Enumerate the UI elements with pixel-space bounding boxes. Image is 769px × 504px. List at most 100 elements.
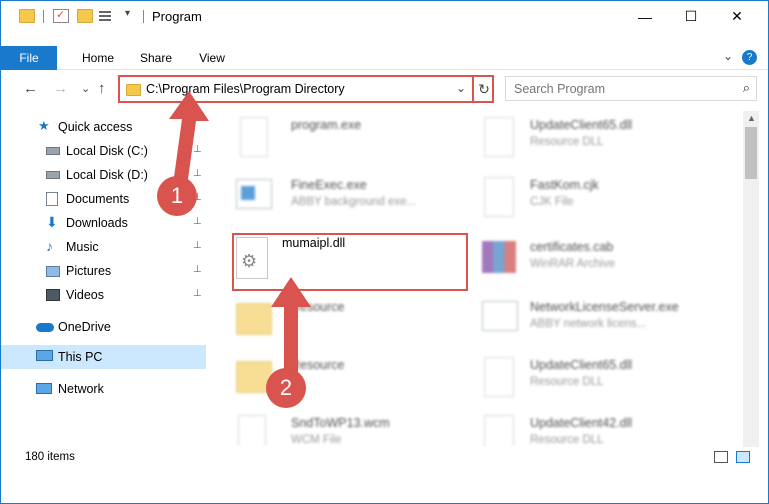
divider: [43, 10, 44, 23]
network-icon: [36, 383, 52, 394]
scrollbar-thumb[interactable]: [745, 127, 757, 179]
file-name: FineExec.exe: [291, 178, 367, 192]
file-name: UpdateClient65.dll: [530, 118, 633, 132]
file-item[interactable]: UpdateClient65.dll Resource DLL: [482, 351, 742, 407]
app-window-icon: [236, 179, 272, 209]
sidebar-item-label: Downloads: [66, 216, 128, 230]
sidebar-item-pictures[interactable]: Pictures ⊥: [1, 259, 208, 283]
address-dropdown-icon[interactable]: ⌄: [456, 81, 466, 95]
pin-icon[interactable]: ⊥: [193, 288, 202, 299]
sidebar-item-this-pc[interactable]: This PC: [1, 345, 206, 369]
music-icon: ♪: [46, 238, 53, 254]
pin-icon[interactable]: ⊥: [193, 264, 202, 275]
file-name: UpdateClient42.dll: [530, 416, 633, 430]
dll-gear-icon: [484, 415, 514, 446]
file-name: UpdateClient65.dll: [530, 358, 633, 372]
file-type: Resource DLL: [530, 434, 604, 446]
new-folder-icon[interactable]: [77, 9, 93, 23]
file-name: certificates.cab: [530, 240, 614, 254]
sidebar-item-label: OneDrive: [58, 320, 111, 334]
tab-home[interactable]: Home: [73, 46, 123, 70]
pin-icon[interactable]: ⊥: [193, 216, 202, 227]
back-button[interactable]: ←: [23, 80, 38, 98]
app-window-icon: [482, 301, 518, 331]
explorer-window: ✓ ▾ Program — ☐ ✕ File Home Share View ⌄…: [0, 0, 769, 504]
help-icon[interactable]: ?: [742, 50, 757, 65]
ribbon-tabs: File Home Share View ⌄ ?: [1, 46, 768, 70]
sidebar-item-label: Quick access: [58, 120, 133, 134]
sidebar-item-music[interactable]: ♪ Music ⊥: [1, 235, 208, 259]
customize-toolbar-icon[interactable]: ▾: [125, 8, 130, 19]
sidebar-item-videos[interactable]: Videos ⊥: [1, 283, 208, 307]
file-icon: [484, 177, 514, 217]
scroll-up-icon[interactable]: ▲: [747, 113, 756, 123]
step-2-badge: 2: [266, 368, 306, 408]
computer-icon: [36, 350, 53, 361]
details-view-icon[interactable]: [714, 451, 728, 463]
step-1-badge: 1: [157, 176, 197, 216]
sidebar-item-label: Network: [58, 382, 104, 396]
sidebar-item-label: Documents: [66, 192, 130, 206]
search-icon[interactable]: ⌕: [743, 80, 750, 96]
large-icons-view-icon[interactable]: [736, 451, 750, 463]
tab-view[interactable]: View: [191, 46, 233, 70]
file-item[interactable]: program.exe: [234, 111, 464, 167]
window-title: Program: [152, 9, 202, 24]
file-type: WCM File: [291, 434, 342, 446]
file-type: CJK File: [530, 196, 574, 208]
item-count: 180 items: [25, 451, 75, 463]
status-bar: 180 items: [1, 447, 768, 469]
recent-locations-button[interactable]: ⌄: [81, 80, 90, 98]
sidebar-item-onedrive[interactable]: OneDrive: [1, 315, 208, 339]
file-type: ABBY background exe...: [291, 196, 417, 208]
file-item[interactable]: SndToWP13.wcm WCM File: [234, 409, 464, 446]
refresh-button[interactable]: ↻: [472, 75, 494, 103]
view-options-icon[interactable]: [99, 9, 113, 23]
sidebar-item-label: Local Disk (C:): [66, 144, 148, 158]
exe-icon: [240, 117, 268, 157]
sidebar-item-label: Pictures: [66, 264, 112, 278]
sidebar-item-network[interactable]: Network: [1, 377, 208, 401]
cloud-icon: [36, 323, 54, 332]
sidebar-item-label: This PC: [58, 350, 103, 364]
search-box[interactable]: ⌕: [505, 76, 757, 101]
folder-icon: [19, 9, 35, 23]
file-name: FastKom.cjk: [530, 178, 599, 192]
divider: [143, 10, 144, 23]
tab-file[interactable]: File: [1, 46, 57, 70]
maximize-button[interactable]: ☐: [668, 1, 714, 32]
title-bar: ✓ ▾ Program — ☐ ✕: [1, 1, 768, 32]
videos-icon: [46, 289, 60, 301]
dll-gear-icon: [484, 117, 514, 157]
up-button[interactable]: ↑: [98, 80, 106, 98]
downloads-icon: ⬇: [46, 214, 58, 230]
properties-icon[interactable]: ✓: [53, 9, 69, 23]
file-type: Resource DLL: [530, 136, 604, 148]
minimize-button[interactable]: —: [622, 1, 668, 32]
star-icon: ★: [38, 118, 50, 133]
file-type: WinRAR Archive: [530, 258, 615, 270]
drive-icon: [46, 171, 60, 179]
file-item[interactable]: FineExec.exe ABBY background exe...: [234, 171, 464, 227]
sidebar-item-label: Videos: [66, 288, 104, 302]
file-item[interactable]: certificates.cab WinRAR Archive: [482, 233, 742, 289]
folder-icon: [126, 84, 141, 96]
dll-gear-icon: [484, 357, 514, 397]
file-name: SndToWP13.wcm: [291, 416, 390, 430]
file-icon: [238, 415, 266, 446]
vertical-scrollbar[interactable]: ▲: [743, 111, 759, 447]
file-type: Resource DLL: [530, 376, 604, 388]
file-item[interactable]: UpdateClient42.dll Resource DLL: [482, 409, 742, 446]
forward-button[interactable]: →: [53, 80, 68, 98]
sidebar-item-label: Local Disk (D:): [66, 168, 148, 182]
file-name: NetworkLicenseServer.exe: [530, 300, 679, 314]
file-item[interactable]: UpdateClient65.dll Resource DLL: [482, 111, 742, 167]
close-button[interactable]: ✕: [714, 1, 760, 32]
file-item[interactable]: FastKom.cjk CJK File: [482, 171, 742, 227]
expand-ribbon-icon[interactable]: ⌄: [723, 49, 733, 63]
pin-icon[interactable]: ⊥: [193, 240, 202, 251]
tab-share[interactable]: Share: [133, 46, 179, 70]
search-input[interactable]: [506, 77, 726, 100]
file-item[interactable]: NetworkLicenseServer.exe ABBY network li…: [482, 293, 742, 349]
drive-icon: [46, 147, 60, 155]
